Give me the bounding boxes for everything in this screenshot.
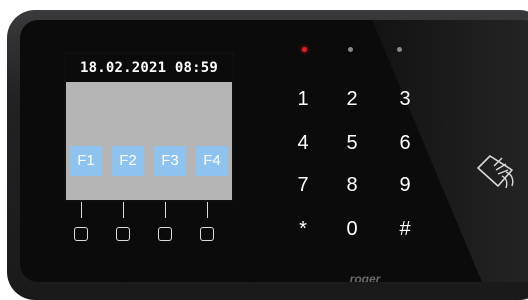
fkey-label-f2: F2 <box>112 146 144 176</box>
key-3[interactable]: 3 <box>390 87 420 111</box>
datetime-display: 18.02.2021 08:59 <box>66 54 232 82</box>
key-hash[interactable]: # <box>390 217 420 241</box>
fkey-connector-2 <box>123 202 124 218</box>
key-asterisk[interactable]: * <box>288 217 318 241</box>
fkey-connector-3 <box>165 202 166 218</box>
function-button-f1[interactable] <box>74 227 88 241</box>
lcd-screen: 18.02.2021 08:59 F1 F2 F3 F4 <box>64 52 234 202</box>
key-1[interactable]: 1 <box>288 87 318 111</box>
key-8[interactable]: 8 <box>337 173 367 197</box>
brand-logo: roger <box>349 272 381 282</box>
fkey-label-f3: F3 <box>154 146 186 176</box>
key-9[interactable]: 9 <box>390 173 420 197</box>
function-button-f2[interactable] <box>116 227 130 241</box>
key-6[interactable]: 6 <box>390 131 420 155</box>
key-2[interactable]: 2 <box>337 87 367 111</box>
fkey-label-f1: F1 <box>70 146 102 176</box>
key-4[interactable]: 4 <box>288 131 318 155</box>
key-7[interactable]: 7 <box>288 173 318 197</box>
status-led-gray-1 <box>348 47 353 52</box>
function-button-f4[interactable] <box>200 227 214 241</box>
key-0[interactable]: 0 <box>337 217 367 241</box>
fkey-connector-1 <box>81 202 82 218</box>
front-panel: 18.02.2021 08:59 F1 F2 F3 F4 1 2 3 4 5 6… <box>20 20 528 282</box>
key-5[interactable]: 5 <box>337 131 367 155</box>
fkey-connector-4 <box>207 202 208 218</box>
fkey-label-f4: F4 <box>196 146 228 176</box>
function-button-f3[interactable] <box>158 227 172 241</box>
contactless-card-icon <box>477 155 514 189</box>
status-led-red <box>302 47 307 52</box>
status-led-gray-2 <box>397 47 402 52</box>
function-key-labels: F1 F2 F3 F4 <box>70 146 230 176</box>
